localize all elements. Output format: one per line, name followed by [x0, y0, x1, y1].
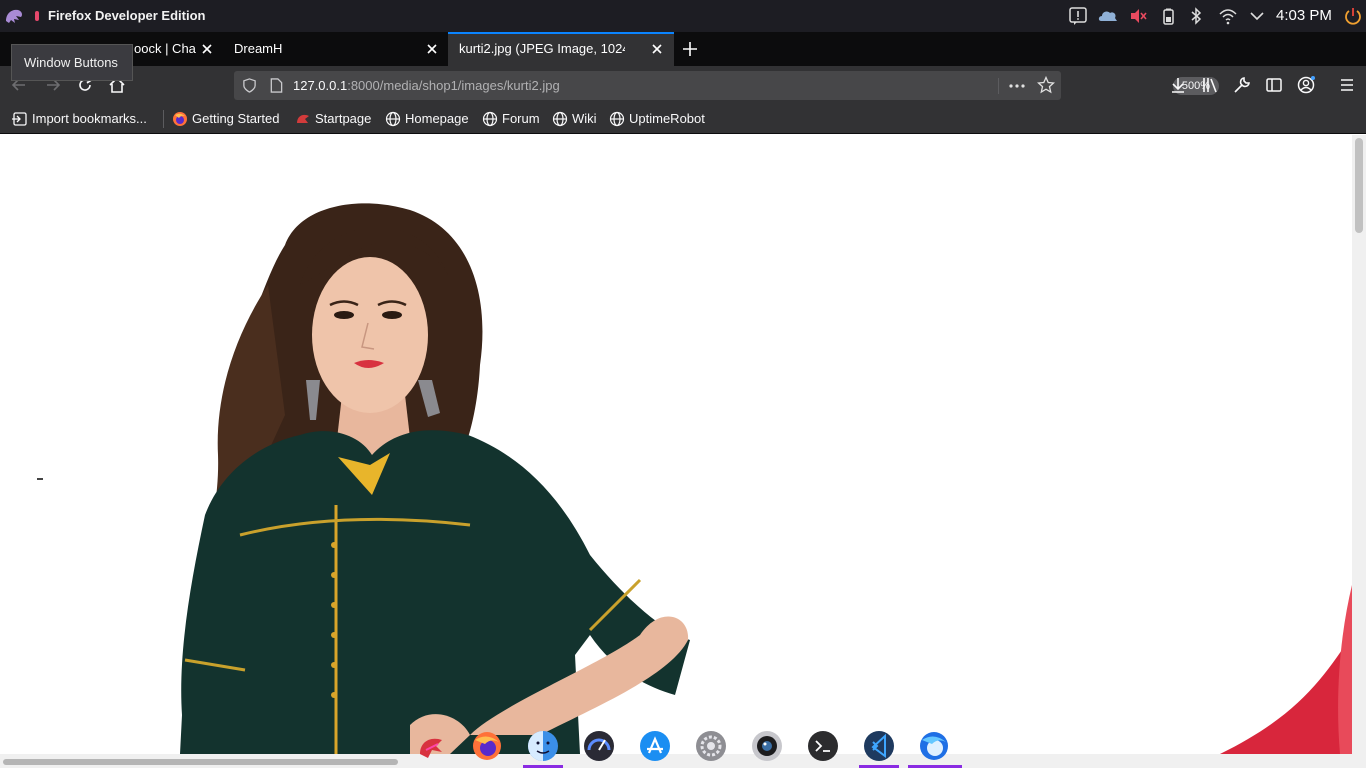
bookmark-label: Getting Started	[192, 111, 280, 126]
tooltip: Window Buttons	[11, 44, 133, 81]
bookmark-label: Wiki	[572, 111, 597, 126]
bookmark-uptimerobot[interactable]: UptimeRobot	[609, 110, 713, 128]
recording-indicator	[35, 11, 39, 21]
volume-muted-icon[interactable]	[1128, 6, 1148, 26]
tab-dreamh[interactable]: DreamH	[222, 32, 448, 66]
tab-kurti2[interactable]: kurti2.jpg (JPEG Image, 1024 × 1	[448, 32, 674, 66]
globe-icon	[552, 111, 568, 127]
wrench-icon[interactable]	[1232, 75, 1252, 95]
app-logo-icon[interactable]	[4, 7, 24, 25]
vscode-app-icon[interactable]	[863, 730, 895, 762]
finder-app-icon[interactable]	[527, 730, 559, 762]
chevron-down-icon[interactable]	[1247, 6, 1267, 26]
image-viewer[interactable]	[0, 135, 1352, 754]
firefox-dev-app-icon[interactable]	[918, 730, 950, 762]
page-actions-icon[interactable]	[1008, 77, 1026, 95]
cloud-icon[interactable]	[1098, 6, 1118, 26]
bookmark-homepage[interactable]: Homepage	[385, 110, 473, 128]
active-app-title: Firefox Developer Edition	[48, 8, 206, 23]
terminal-app-icon[interactable]	[807, 730, 839, 762]
globe-icon	[609, 111, 625, 127]
url-text[interactable]: 127.0.0.1:8000/media/shop1/images/kurti2…	[293, 78, 560, 93]
url-divider	[998, 78, 999, 94]
bookmark-forum[interactable]: Forum	[482, 110, 544, 128]
notification-icon[interactable]	[1068, 6, 1088, 26]
system-top-panel: Firefox Developer Edition 4:03 PM	[0, 0, 1366, 32]
close-icon[interactable]	[200, 42, 214, 56]
horizontal-scroll-thumb[interactable]	[3, 759, 398, 765]
sidebar-icon[interactable]	[1264, 75, 1284, 95]
bookmark-wiki[interactable]: Wiki	[552, 110, 600, 128]
vertical-scrollbar[interactable]	[1352, 135, 1366, 754]
account-icon[interactable]	[1296, 75, 1316, 95]
close-icon[interactable]	[650, 42, 664, 56]
bookmark-label: Homepage	[405, 111, 469, 126]
bookmark-label: Forum	[502, 111, 540, 126]
bookmark-label: Import bookmarks...	[32, 111, 147, 126]
url-bar[interactable]: 127.0.0.1:8000/media/shop1/images/kurti2…	[234, 71, 1219, 100]
wifi-icon[interactable]	[1218, 6, 1238, 26]
camera-app-icon[interactable]	[751, 730, 783, 762]
bluetooth-icon[interactable]	[1186, 6, 1206, 26]
download-icon[interactable]	[1168, 75, 1188, 95]
tab-label: kurti2.jpg (JPEG Image, 1024 × 1	[459, 41, 625, 56]
tab-label: oock | Cha	[134, 41, 196, 56]
mail-app-icon[interactable]	[416, 730, 448, 762]
firefox-app-icon[interactable]	[471, 730, 503, 762]
globe-icon	[482, 111, 498, 127]
application-dock	[410, 724, 965, 768]
vertical-scroll-thumb[interactable]	[1355, 138, 1363, 233]
globe-icon	[385, 111, 401, 127]
close-icon[interactable]	[425, 42, 439, 56]
import-icon	[12, 112, 27, 126]
speedometer-app-icon[interactable]	[583, 730, 615, 762]
bookmark-star-icon[interactable]	[1037, 76, 1055, 94]
tab-strip: oock | Cha DreamH kurti2.jpg (JPEG Image…	[0, 32, 1366, 66]
settings-app-icon[interactable]	[695, 730, 727, 762]
library-icon[interactable]	[1200, 75, 1220, 95]
bookmark-label: Startpage	[315, 111, 372, 126]
url-host: 127.0.0.1	[293, 78, 348, 93]
app-store-app-icon[interactable]	[639, 730, 671, 762]
tab-label: DreamH	[234, 41, 283, 56]
menu-icon[interactable]	[1337, 75, 1357, 95]
kurti-product-image	[37, 203, 1352, 754]
battery-icon[interactable]	[1158, 6, 1178, 26]
power-icon[interactable]	[1343, 6, 1363, 26]
new-tab-icon[interactable]	[682, 41, 698, 57]
navigation-toolbar: 127.0.0.1:8000/media/shop1/images/kurti2…	[0, 66, 1366, 104]
firefox-icon	[173, 112, 187, 126]
clock[interactable]: 4:03 PM	[1276, 7, 1332, 24]
shield-icon[interactable]	[242, 78, 257, 93]
bookmarks-toolbar: Import bookmarks... Getting Started Star…	[0, 104, 1366, 134]
bookmark-getting-started[interactable]: Getting Started	[172, 110, 288, 128]
bookmark-label: UptimeRobot	[629, 111, 705, 126]
url-path: :8000/media/shop1/images/kurti2.jpg	[347, 78, 560, 93]
bookmark-divider	[163, 110, 164, 128]
page-icon[interactable]	[269, 78, 283, 93]
bookmark-import[interactable]: Import bookmarks...	[12, 110, 157, 128]
startpage-icon	[297, 114, 309, 123]
bookmark-startpage[interactable]: Startpage	[295, 110, 377, 128]
